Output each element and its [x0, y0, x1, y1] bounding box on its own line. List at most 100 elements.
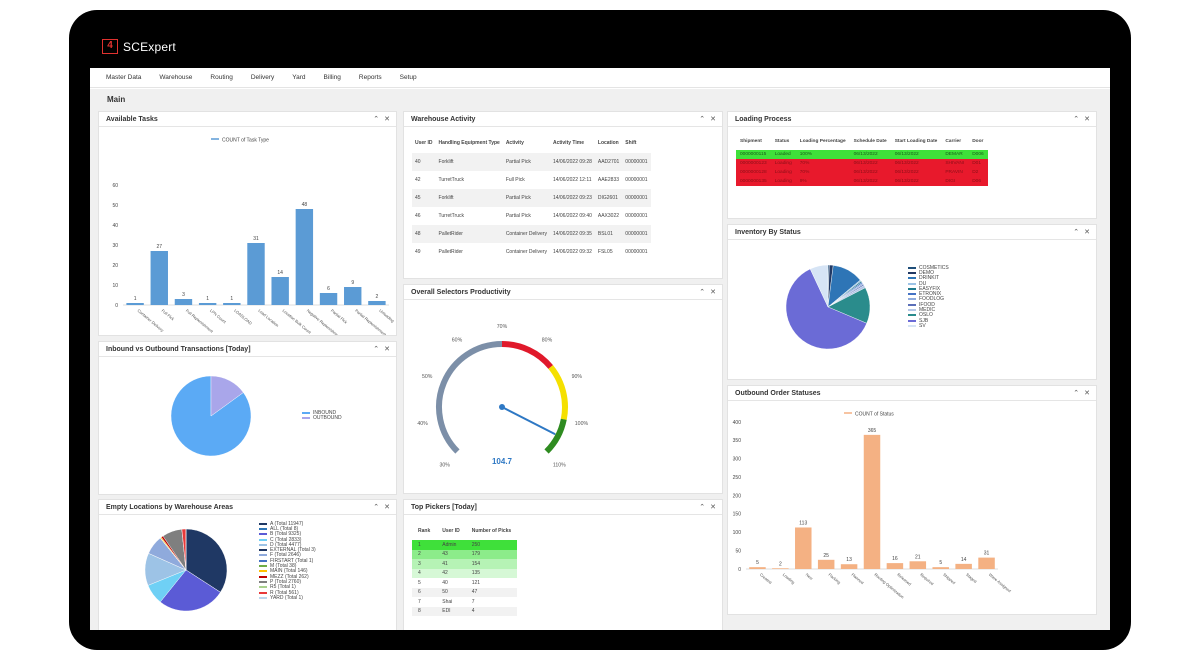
panel-header: Top Pickers [Today] ⌃✕ [404, 500, 722, 515]
collapse-icon[interactable]: ⌃ [1073, 229, 1079, 236]
table-row[interactable]: 243179 [412, 550, 517, 560]
close-icon[interactable]: ✕ [384, 116, 390, 123]
column-header[interactable]: Shift [622, 137, 650, 153]
table-cell: Container Delivery [503, 225, 550, 243]
table-cell: Partial Pick [503, 207, 550, 225]
table-row[interactable]: 1Admin250 [412, 540, 517, 550]
data-label: 16 [892, 556, 898, 562]
close-icon[interactable]: ✕ [384, 346, 390, 353]
table-row[interactable]: 0000000128Loading70%06/13/202206/13/2022… [736, 168, 988, 177]
bar [368, 301, 385, 305]
collapse-icon[interactable]: ⌃ [373, 346, 379, 353]
app-screen: 4 SCExpert Master Data Warehouse Routing… [90, 30, 1110, 630]
column-header[interactable]: Rank [412, 525, 436, 540]
gauge-tick-label: 70% [497, 324, 508, 330]
column-header[interactable]: Carrier [941, 136, 968, 150]
column-header[interactable]: Loading Percentage [796, 136, 850, 150]
table-row[interactable]: 49PalletRiderContainer Delivery14/06/202… [412, 243, 651, 261]
legend-swatch [259, 523, 267, 525]
column-header[interactable]: Handling Equipment Type [436, 137, 503, 153]
collapse-icon[interactable]: ⌃ [373, 504, 379, 511]
legend-item[interactable]: YARD (Total 1) [259, 595, 316, 600]
table-row[interactable]: 0000000135Loading9%06/13/202206/13/2022D… [736, 177, 988, 186]
bar [864, 435, 880, 569]
gauge-tick-label: 110% [553, 462, 566, 468]
menu-yard[interactable]: Yard [292, 74, 305, 81]
close-icon[interactable]: ✕ [1084, 116, 1090, 123]
data-label: 14 [961, 557, 967, 563]
column-header[interactable]: Number of Picks [466, 525, 517, 540]
app-logo[interactable]: 4 SCExpert [102, 39, 176, 54]
legend-item[interactable]: SV [908, 323, 949, 328]
collapse-icon[interactable]: ⌃ [699, 504, 705, 511]
gauge-tick-label: 80% [542, 338, 553, 344]
gauge-tick-label: 100% [575, 421, 589, 427]
table-row[interactable]: 8EDI4 [412, 607, 517, 617]
column-header[interactable]: User ID [412, 137, 436, 153]
table-cell: 5 [412, 578, 436, 588]
close-icon[interactable]: ✕ [1084, 390, 1090, 397]
table-row[interactable]: 40ForkliftPartial Pick14/06/2022 09:28AA… [412, 153, 651, 171]
close-icon[interactable]: ✕ [710, 504, 716, 511]
table-row[interactable]: 7Shai7 [412, 597, 517, 607]
menu-billing[interactable]: Billing [324, 74, 341, 81]
close-icon[interactable]: ✕ [384, 504, 390, 511]
table-row[interactable]: 540121 [412, 578, 517, 588]
table-cell: D06 [968, 177, 987, 186]
close-icon[interactable]: ✕ [710, 289, 716, 296]
bar [910, 561, 926, 569]
column-header[interactable]: Door [968, 136, 987, 150]
table-cell: PalletRider [436, 243, 503, 261]
table-cell: 0000000135 [736, 177, 771, 186]
legend-swatch [908, 267, 916, 269]
legend-swatch [259, 539, 267, 541]
y-tick-label: 10 [112, 283, 118, 289]
column-header[interactable]: Start Loading Date [891, 136, 942, 150]
table-row[interactable]: 65047 [412, 588, 517, 598]
column-header[interactable]: Activity Time [550, 137, 595, 153]
table-cell: 121 [466, 578, 517, 588]
collapse-icon[interactable]: ⌃ [699, 116, 705, 123]
column-header[interactable]: User ID [436, 525, 466, 540]
column-header[interactable]: Shipment [736, 136, 771, 150]
column-header[interactable]: Location [595, 137, 622, 153]
column-header[interactable]: Status [771, 136, 796, 150]
gauge-tick-label: 30% [440, 462, 451, 468]
table-cell: 42 [436, 569, 466, 579]
table-cell: 06/13/2022 [891, 159, 942, 168]
table-row[interactable]: 0000000123Loading70%06/13/202206/13/2022… [736, 159, 988, 168]
data-label: 27 [156, 244, 162, 250]
collapse-icon[interactable]: ⌃ [1073, 116, 1079, 123]
table-cell: 00000001 [622, 225, 650, 243]
table-row[interactable]: 45ForkliftPartial Pick14/06/2022 09:23DI… [412, 189, 651, 207]
bar [772, 568, 788, 569]
menu-setup[interactable]: Setup [400, 74, 417, 81]
close-icon[interactable]: ✕ [1084, 229, 1090, 236]
collapse-icon[interactable]: ⌃ [699, 289, 705, 296]
column-header[interactable]: Schedule Date [850, 136, 891, 150]
column-header[interactable]: Activity [503, 137, 550, 153]
table-row[interactable]: 0000000115Loaded100%06/13/202206/13/2022… [736, 150, 988, 159]
table-row[interactable]: 442135 [412, 569, 517, 579]
legend-swatch [908, 298, 916, 300]
legend-item[interactable]: OUTBOUND [302, 415, 342, 420]
menu-reports[interactable]: Reports [359, 74, 382, 81]
collapse-icon[interactable]: ⌃ [1073, 390, 1079, 397]
x-tick-label: Required [919, 572, 935, 586]
menu-warehouse[interactable]: Warehouse [159, 74, 192, 81]
table-row[interactable]: 48PalletRiderContainer Delivery14/06/202… [412, 225, 651, 243]
menu-master-data[interactable]: Master Data [106, 74, 141, 81]
table-cell: Partial Pick [503, 153, 550, 171]
close-icon[interactable]: ✕ [710, 116, 716, 123]
table-row[interactable]: 341154 [412, 559, 517, 569]
table-row[interactable]: 46TurretTruckPartial Pick14/06/2022 09:4… [412, 207, 651, 225]
table-cell: 50 [436, 588, 466, 598]
legend-swatch [908, 288, 916, 290]
menu-routing[interactable]: Routing [210, 74, 232, 81]
table-cell: Loading [771, 159, 796, 168]
legend-swatch [259, 576, 267, 578]
menu-delivery[interactable]: Delivery [251, 74, 274, 81]
table-row[interactable]: 42TurretTruckFull Pick14/06/2022 12:11AA… [412, 171, 651, 189]
collapse-icon[interactable]: ⌃ [373, 116, 379, 123]
legend-swatch [908, 320, 916, 322]
